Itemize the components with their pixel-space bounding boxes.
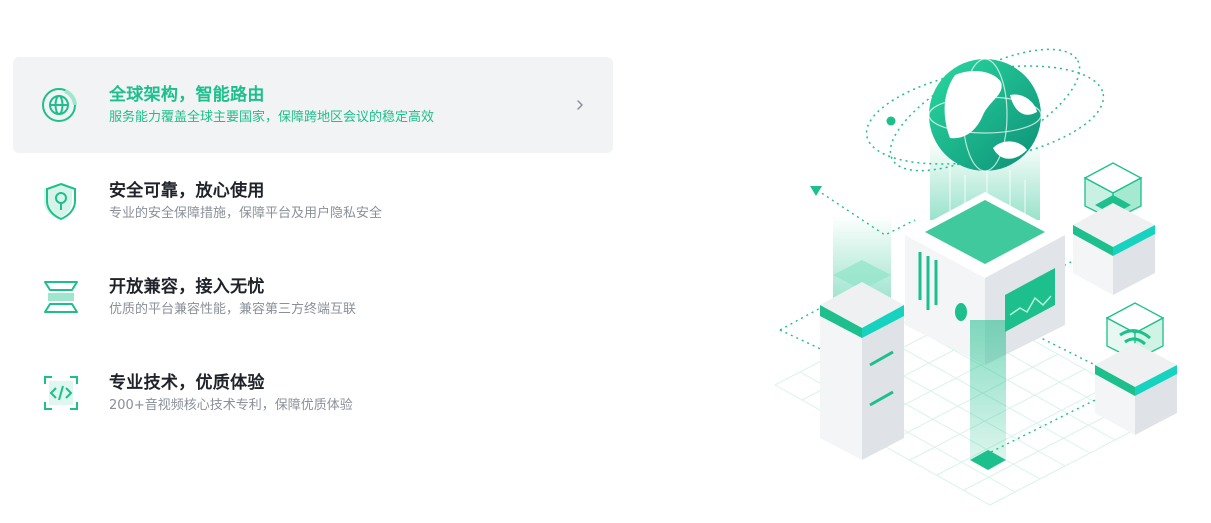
feature-item-security[interactable]: 安全可靠，放心使用 专业的安全保障措施，保障平台及用户隐私安全 [13, 153, 613, 249]
globe-icon [39, 83, 83, 127]
chevron-right-icon[interactable] [573, 98, 587, 112]
triangle-marker-icon [810, 186, 822, 196]
feature-description: 优质的平台兼容性能，兼容第三方终端互联 [109, 301, 357, 317]
feature-section: 全球架构，智能路由 服务能力覆盖全球主要国家，保障跨地区会议的稳定高效 安全可靠… [0, 0, 1211, 523]
feature-title: 专业技术，优质体验 [109, 372, 265, 393]
feature-item-technology[interactable]: 专业技术，优质体验 200+音视频核心技术专利，保障优质体验 [13, 345, 613, 441]
code-icon [39, 371, 83, 415]
layers-icon [39, 275, 83, 319]
left-server-tower [820, 215, 904, 460]
feature-title: 安全可靠，放心使用 [109, 180, 265, 201]
feature-list: 全球架构，智能路由 服务能力覆盖全球主要国家，保障跨地区会议的稳定高效 安全可靠… [13, 57, 613, 441]
feature-description: 专业的安全保障措施，保障平台及用户隐私安全 [109, 205, 383, 221]
feature-item-compatibility[interactable]: 开放兼容，接入无忧 优质的平台兼容性能，兼容第三方终端互联 [13, 249, 613, 345]
feature-title: 全球架构，智能路由 [109, 84, 265, 105]
feature-description: 200+音视频核心技术专利，保障优质体验 [109, 397, 353, 413]
orbit-node [886, 116, 896, 126]
globe-icon [928, 58, 1042, 172]
shield-key-icon [39, 179, 83, 223]
feature-title: 开放兼容，接入无忧 [109, 276, 265, 297]
feature-item-global-architecture[interactable]: 全球架构，智能路由 服务能力覆盖全球主要国家，保障跨地区会议的稳定高效 [13, 57, 613, 153]
network-server-illustration [774, 48, 1177, 506]
light-beam-down [970, 320, 1006, 460]
right-upper-node [1073, 162, 1155, 295]
right-lower-node [1095, 302, 1177, 435]
feature-description: 服务能力覆盖全球主要国家，保障跨地区会议的稳定高效 [109, 109, 435, 125]
